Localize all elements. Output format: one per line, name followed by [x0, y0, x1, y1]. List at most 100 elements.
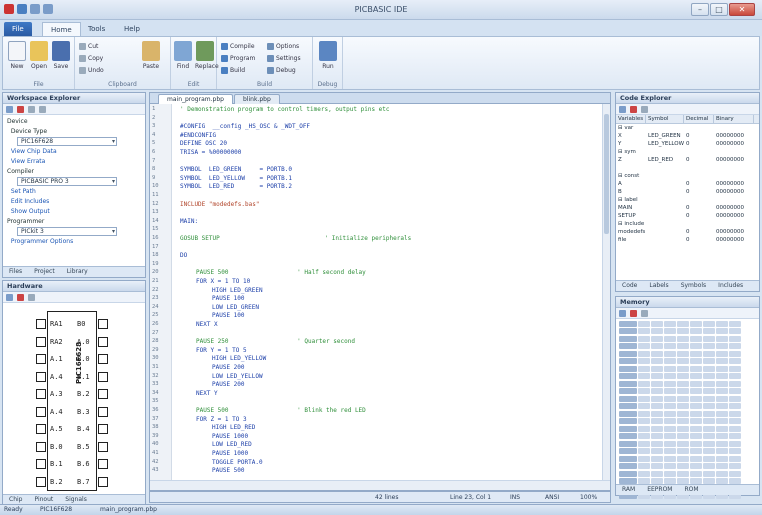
memory-cell[interactable] — [715, 425, 728, 432]
memory-cell[interactable] — [637, 403, 650, 410]
grid-row[interactable] — [616, 164, 759, 172]
memory-cell[interactable] — [650, 380, 663, 387]
grid-row[interactable]: SETUP 0 00000000 — [616, 212, 759, 220]
memory-cell[interactable] — [676, 448, 689, 455]
filter-icon[interactable] — [641, 106, 648, 113]
tab-eeprom[interactable]: EEPROM — [641, 485, 678, 495]
memory-cell[interactable] — [676, 388, 689, 395]
memory-cell[interactable] — [689, 410, 702, 417]
memory-cell[interactable] — [637, 373, 650, 380]
memory-cell[interactable] — [637, 328, 650, 335]
undo-button[interactable]: Undo — [79, 66, 104, 76]
memory-cell[interactable] — [650, 395, 663, 402]
memory-cell[interactable] — [676, 320, 689, 327]
memory-cell[interactable] — [728, 350, 741, 357]
memory-cell[interactable] — [715, 358, 728, 365]
memory-cell[interactable] — [702, 365, 715, 372]
code-line[interactable]: PAUSE 100 — [212, 312, 245, 319]
memory-cell[interactable] — [637, 455, 650, 462]
workspace-item[interactable]: PIC16F628 — [7, 137, 141, 147]
tab-symbols[interactable]: Symbols — [675, 281, 712, 291]
save-button[interactable]: Save — [51, 41, 71, 70]
grid-row[interactable]: ⊟ var — [616, 124, 759, 132]
grid-row[interactable]: Z LED_RED 0 00000000 — [616, 156, 759, 164]
code-line[interactable]: MAIN: — [180, 218, 198, 225]
memory-cell[interactable] — [715, 328, 728, 335]
copy-button[interactable]: Copy — [79, 54, 103, 64]
memory-cell[interactable] — [728, 448, 741, 455]
delete-icon[interactable] — [630, 310, 637, 317]
tab-files[interactable]: Files — [3, 267, 28, 277]
chip-pin-left[interactable] — [36, 371, 46, 382]
memory-cell[interactable] — [637, 388, 650, 395]
code-line[interactable]: PAUSE 250 ' Quarter second — [196, 338, 355, 345]
grid-row[interactable]: file 0 00000000 — [616, 236, 759, 244]
workspace-item[interactable]: Show Output — [7, 207, 141, 217]
memory-cell[interactable] — [663, 388, 676, 395]
code-line[interactable]: TOGGLE PORTA.0 — [212, 459, 263, 466]
memory-cell[interactable] — [689, 335, 702, 342]
memory-cell[interactable] — [715, 470, 728, 477]
chip-pin-right[interactable] — [98, 459, 108, 469]
memory-cell[interactable] — [689, 365, 702, 372]
settings-button[interactable]: Settings — [267, 54, 301, 64]
memory-cell[interactable] — [663, 350, 676, 357]
memory-cell[interactable] — [676, 343, 689, 350]
memory-cell[interactable] — [676, 455, 689, 462]
refresh-icon[interactable] — [619, 106, 626, 113]
tab-ram[interactable]: RAM — [616, 485, 641, 495]
code-line[interactable]: ' Demonstration program to control timer… — [180, 106, 390, 113]
memory-cell[interactable] — [689, 470, 702, 477]
memory-cell[interactable] — [663, 433, 676, 440]
memory-cell[interactable] — [715, 373, 728, 380]
memory-cell[interactable] — [702, 350, 715, 357]
memory-cell[interactable] — [637, 350, 650, 357]
grid-row[interactable]: B 0 00000000 — [616, 188, 759, 196]
memory-cell[interactable] — [728, 425, 741, 432]
code-line[interactable]: FOR Z = 1 TO 3 — [196, 416, 247, 423]
memory-cell[interactable] — [715, 365, 728, 372]
memory-cell[interactable] — [689, 463, 702, 470]
memory-cell[interactable] — [663, 418, 676, 425]
memory-cell[interactable] — [637, 410, 650, 417]
find-button[interactable]: Find — [173, 41, 193, 70]
horizontal-scrollbar[interactable] — [150, 480, 610, 490]
code-editor[interactable]: main_program.pbp blink.pbp 1 2 3 4 5 6 7 8 9 10 11… — [149, 92, 611, 491]
memory-cell[interactable] — [728, 335, 741, 342]
grid-row[interactable]: modedefs 0 00000000 — [616, 228, 759, 236]
memory-cell[interactable] — [650, 463, 663, 470]
code-line[interactable]: GOSUB SETUP ' Initialize peripherals — [180, 235, 411, 242]
memory-cell[interactable] — [663, 440, 676, 447]
code-line[interactable]: NEXT X — [196, 321, 218, 328]
memory-cell[interactable] — [689, 448, 702, 455]
memory-cell[interactable] — [702, 440, 715, 447]
memory-cell[interactable] — [676, 365, 689, 372]
chip-pin-left[interactable] — [36, 406, 46, 417]
workspace-item[interactable]: PICBASIC PRO 3 — [7, 177, 141, 187]
memory-cell[interactable] — [728, 418, 741, 425]
memory-cell[interactable] — [689, 403, 702, 410]
memory-cell[interactable] — [650, 470, 663, 477]
memory-cell[interactable] — [689, 358, 702, 365]
memory-cell[interactable] — [689, 433, 702, 440]
memory-cell[interactable] — [637, 335, 650, 342]
memory-cell[interactable] — [650, 448, 663, 455]
memory-cell[interactable] — [663, 320, 676, 327]
minimize-button[interactable]: – — [691, 3, 709, 16]
memory-cell[interactable] — [663, 358, 676, 365]
memory-cell[interactable] — [702, 463, 715, 470]
chip-pin-left[interactable] — [36, 354, 46, 364]
up-icon[interactable] — [28, 106, 35, 113]
memory-cell[interactable] — [715, 403, 728, 410]
memory-cell[interactable] — [676, 463, 689, 470]
memory-cell[interactable] — [728, 365, 741, 372]
code-line[interactable]: PAUSE 100 — [212, 295, 245, 302]
memory-cell[interactable] — [702, 403, 715, 410]
workspace-dropdown[interactable]: PICkit 3 — [17, 227, 117, 236]
tab-labels[interactable]: Labels — [643, 281, 674, 291]
memory-cell[interactable] — [650, 320, 663, 327]
code-line[interactable]: PAUSE 200 — [212, 364, 245, 371]
memory-cell[interactable] — [650, 328, 663, 335]
refresh-icon[interactable] — [619, 310, 626, 317]
memory-cell[interactable] — [689, 350, 702, 357]
